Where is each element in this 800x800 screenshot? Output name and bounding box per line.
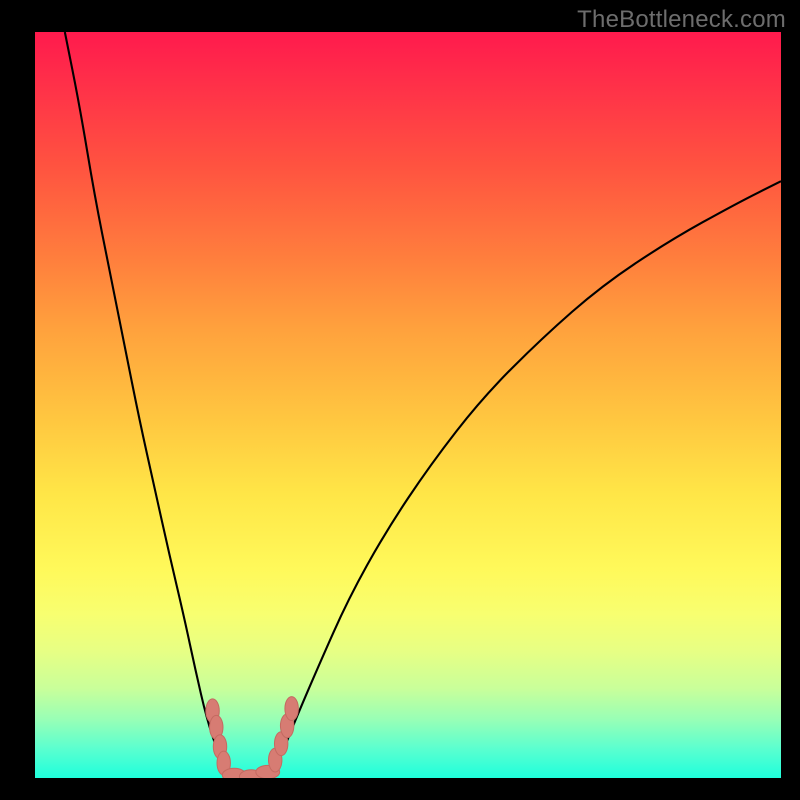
chart-frame: TheBottleneck.com (0, 0, 800, 800)
data-marker (285, 697, 298, 721)
chart-plot-area (35, 32, 781, 778)
chart-svg (35, 32, 781, 778)
marker-group (206, 697, 299, 778)
right-curve (270, 181, 781, 778)
left-curve (65, 32, 233, 778)
watermark-text: TheBottleneck.com (577, 6, 786, 34)
